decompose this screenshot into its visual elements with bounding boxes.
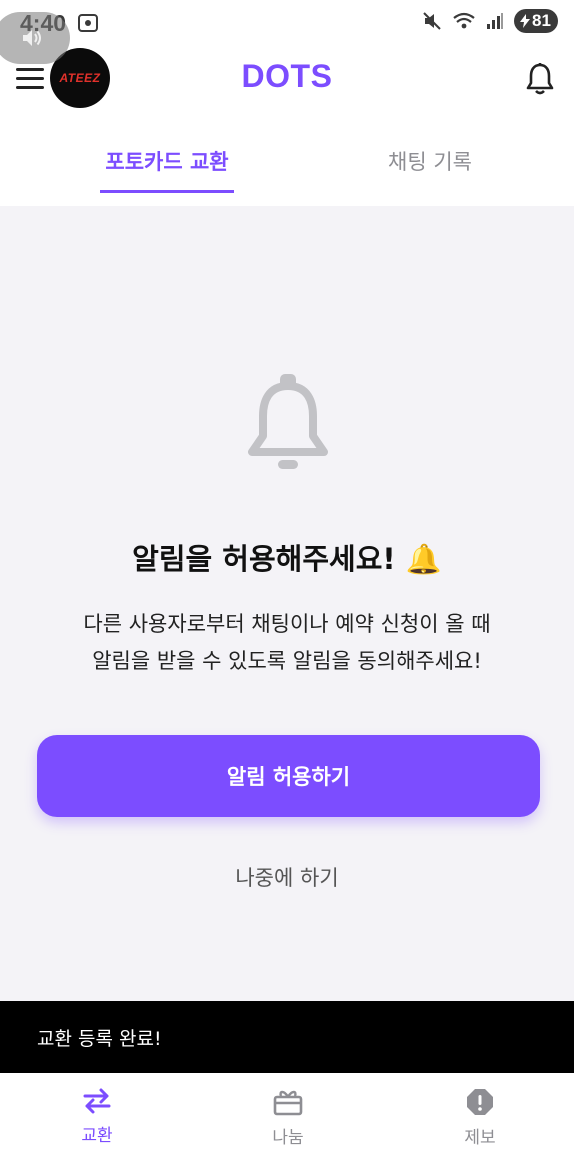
nav-item-share[interactable]: 나눔 bbox=[228, 1087, 348, 1148]
nav-label: 나눔 bbox=[272, 1128, 304, 1148]
nav-item-exchange[interactable]: 교환 bbox=[37, 1087, 157, 1146]
bottom-nav: 교환 나눔 제보 bbox=[0, 1073, 574, 1160]
gift-icon bbox=[273, 1090, 303, 1116]
volume-overlay[interactable] bbox=[0, 12, 70, 64]
battery-level: 81 bbox=[532, 11, 551, 30]
later-button[interactable]: 나중에 하기 bbox=[187, 862, 387, 892]
app-header: ATEEZ DOTS bbox=[0, 46, 574, 116]
app-screen: 4:40 81 bbox=[0, 0, 574, 1160]
allow-notifications-button[interactable]: 알림 허용하기 bbox=[37, 735, 540, 817]
active-tab-indicator bbox=[100, 190, 234, 193]
battery-indicator: 81 bbox=[514, 9, 558, 33]
screen-record-icon bbox=[78, 14, 99, 32]
bell-illustration-icon bbox=[248, 374, 328, 469]
report-icon bbox=[467, 1089, 493, 1115]
app-title: DOTS bbox=[241, 58, 333, 94]
volume-icon bbox=[23, 30, 41, 46]
notification-permission-panel: 알림을 허용해주세요! 🔔 다른 사용자로부터 채팅이나 예약 신청이 올 때 … bbox=[0, 206, 574, 1001]
mute-icon bbox=[423, 12, 441, 30]
tab-bar: 포토카드 교환 채팅 기록 bbox=[0, 116, 574, 206]
charging-icon bbox=[520, 14, 530, 28]
notice-heading: 알림을 허용해주세요! 🔔 bbox=[132, 542, 442, 576]
nav-label: 교환 bbox=[81, 1126, 113, 1146]
signal-icon bbox=[487, 13, 503, 29]
status-icons: 81 bbox=[422, 9, 558, 33]
tab-chat-history[interactable]: 채팅 기록 bbox=[360, 146, 500, 176]
swap-arrows-icon bbox=[83, 1088, 111, 1114]
notice-description-line: 알림을 받을 수 있도록 알림을 동의해주세요! bbox=[92, 649, 482, 673]
nav-item-report[interactable]: 제보 bbox=[420, 1087, 540, 1148]
notice-description-line: 다른 사용자로부터 채팅이나 예약 신청이 올 때 bbox=[83, 612, 491, 636]
toast-message: 교환 등록 완료! bbox=[0, 1001, 574, 1073]
wifi-icon bbox=[453, 12, 475, 29]
nav-label: 제보 bbox=[464, 1128, 496, 1148]
notification-bell-icon[interactable] bbox=[524, 62, 556, 96]
tab-photocard-exchange[interactable]: 포토카드 교환 bbox=[100, 146, 234, 176]
notice-description: 다른 사용자로부터 채팅이나 예약 신청이 올 때 알림을 받을 수 있도록 알… bbox=[0, 606, 574, 680]
status-bar: 4:40 81 bbox=[0, 0, 574, 46]
